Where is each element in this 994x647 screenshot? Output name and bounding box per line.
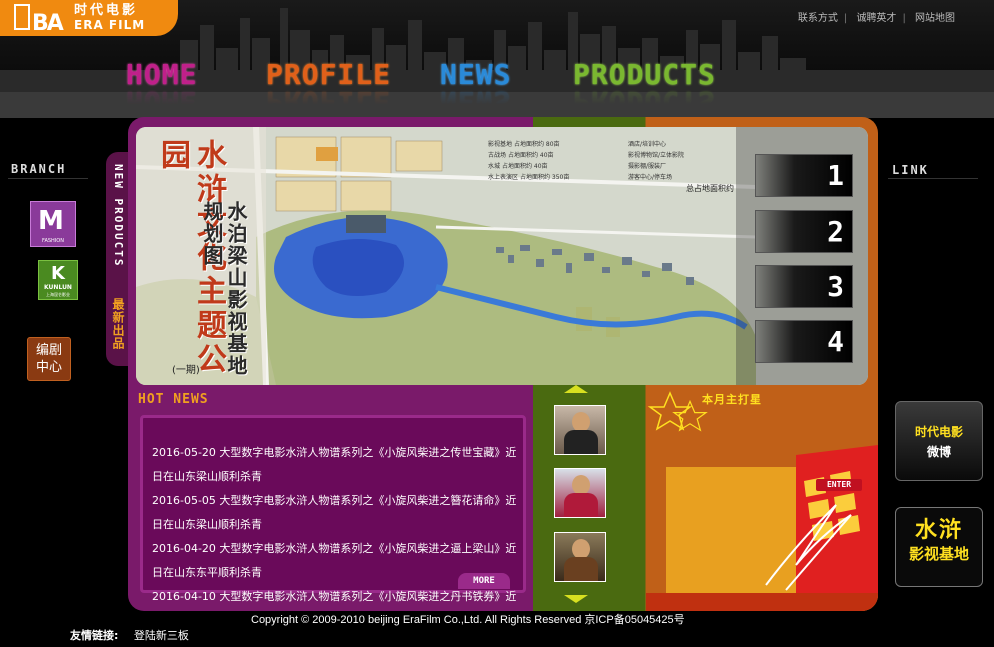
divider <box>888 178 978 179</box>
film-base-link-button[interactable]: 水浒 影视基地 <box>895 507 983 587</box>
new-products-tab[interactable]: NEW PRODUCTS 最新出品 <box>106 152 130 366</box>
scroll-up-arrow-icon[interactable] <box>564 385 588 393</box>
slide-button-4[interactable]: 4 <box>755 320 853 363</box>
nav-profile-reflection: PROFILE <box>266 85 392 118</box>
legend-cell: 影视基地 占地面积约 80亩 <box>488 141 560 148</box>
weibo-line-1: 时代电影 <box>914 425 963 439</box>
sitemap-link[interactable]: 网站地图 <box>909 13 961 24</box>
portrait-body <box>564 430 598 454</box>
portrait-head <box>572 412 590 432</box>
news-item[interactable]: 2016-05-20 大型数字电影水浒人物谱系列之《小旋风柴进之传世宝藏》近日在… <box>152 441 524 489</box>
star-of-month-panel[interactable]: 本月主打星 ENTER <box>646 385 878 611</box>
separator: | <box>843 13 848 24</box>
legend-row: 影视基地 占地面积约 80亩 酒店/培训中心 <box>488 139 858 150</box>
map-phase: (一期) <box>172 365 200 376</box>
nav-home-reflection: HOME <box>126 85 198 118</box>
star-of-month-title: 本月主打星 <box>702 393 762 406</box>
link-heading: LINK <box>892 163 929 177</box>
legend-cell: 水城 占地面积约 40亩 <box>488 163 548 170</box>
era-film-logo[interactable]: BA 时代电影 ERA FILM <box>0 0 178 36</box>
portrait-body <box>564 557 598 581</box>
weibo-link-button[interactable]: 时代电影 微博 <box>895 401 983 481</box>
friend-link[interactable]: 登陆新三板 <box>134 629 189 642</box>
legend-cell: 古战场 占地面积约 40亩 <box>488 152 554 159</box>
portrait-head <box>572 539 590 559</box>
news-item[interactable]: 2016-05-05 大型数字电影水浒人物谱系列之《小旋风柴进之簪花请命》近日在… <box>152 489 524 537</box>
branch-heading: BRANCH <box>11 162 67 176</box>
portrait-body <box>564 493 598 517</box>
main-content-frame: 水浒文化主题公园 水泊梁山影视基地规划图 (一期) 影视基地 占地面积约 80亩… <box>128 117 878 611</box>
film-base-line-1: 水浒 <box>914 517 963 543</box>
enter-button[interactable]: ENTER <box>816 479 862 491</box>
kunlun-sublabel: 上海昆仑影业 <box>46 292 70 297</box>
nav-news-reflection: NEWS <box>440 85 512 118</box>
nav-products[interactable]: PRODUCTS PRODUCTS <box>573 58 716 118</box>
legend-cell: 摄影棚/服装厂 <box>628 163 667 170</box>
contact-link[interactable]: 联系方式 <box>792 13 844 24</box>
copyright-text: Copyright © 2009-2010 beijing EraFilm Co… <box>251 614 685 626</box>
logo-cn-text: 时代电影 <box>74 3 139 18</box>
logo-mark: BA <box>14 4 70 36</box>
screenwriter-center-button[interactable]: 编剧 中心 <box>27 337 71 381</box>
star-of-month-graphic <box>646 385 878 611</box>
nav-home[interactable]: HOME HOME <box>126 58 197 118</box>
nav-products-reflection: PRODUCTS <box>573 85 716 118</box>
slide-number: 2 <box>827 215 844 248</box>
top-links: 联系方式 | 诚聘英才 | 网站地图 <box>792 13 961 25</box>
nav-profile[interactable]: PROFILE PROFILE <box>266 58 391 118</box>
star-thumbnail[interactable] <box>554 405 606 455</box>
slide-number: 4 <box>827 325 844 358</box>
legend-cell: 游客中心/停车场 <box>628 174 673 181</box>
portrait-head <box>572 475 590 495</box>
fashion-mark: M <box>38 206 64 236</box>
divider <box>8 178 88 179</box>
logo-en-text: ERA FILM <box>74 18 146 32</box>
star-thumbnail[interactable] <box>554 532 606 582</box>
bianju-line-1: 编剧 <box>35 343 62 358</box>
brand-fashion-logo[interactable]: M FASHION <box>30 201 76 247</box>
film-base-line-2: 影视基地 <box>908 545 969 563</box>
site-header: BA 时代电影 ERA FILM 联系方式 | 诚聘英才 | 网站地图 HOME H… <box>0 0 994 118</box>
slide-number: 3 <box>827 270 844 303</box>
kunlun-label: KUNLUN <box>44 284 72 291</box>
nav-news[interactable]: NEWS NEWS <box>440 58 511 118</box>
separator: | <box>902 13 906 24</box>
slide-number: 1 <box>827 159 844 192</box>
legend-cell: 影视博物馆/立体影院 <box>628 152 685 159</box>
kunlun-mark: K <box>51 263 65 284</box>
friend-links: 友情链接: 登陆新三板 <box>70 629 189 643</box>
map-subtitle: 水泊梁山影视基地规划图 <box>200 201 248 377</box>
new-products-en-label: NEW PRODUCTS <box>112 164 125 268</box>
legend-cell: 水上表演区 占地面积约 350亩 <box>488 174 570 181</box>
star-thumbnail[interactable] <box>554 468 606 518</box>
slide-button-2[interactable]: 2 <box>755 210 853 253</box>
new-products-cn-label: 最新出品 <box>111 298 125 350</box>
more-news-button[interactable]: MORE <box>458 573 510 589</box>
star-thumbnails <box>536 385 624 611</box>
slide-button-1[interactable]: 1 <box>755 154 853 197</box>
map-total-area: 总占地面积约 <box>686 184 734 193</box>
scroll-down-arrow-icon[interactable] <box>564 595 588 603</box>
fashion-label: FASHION <box>42 238 64 244</box>
weibo-line-2: 微博 <box>926 445 951 459</box>
featured-slideshow[interactable]: 水浒文化主题公园 水泊梁山影视基地规划图 (一期) 影视基地 占地面积约 80亩… <box>136 127 868 385</box>
friend-links-label: 友情链接: <box>70 629 119 642</box>
careers-link[interactable]: 诚聘英才 <box>850 13 902 24</box>
legend-cell: 酒店/培训中心 <box>628 141 667 148</box>
hot-news-heading: HOT NEWS <box>138 392 209 407</box>
bianju-line-2: 中心 <box>35 360 62 375</box>
slide-button-3[interactable]: 3 <box>755 265 853 308</box>
brand-kunlun-logo[interactable]: K KUNLUN 上海昆仑影业 <box>38 260 78 300</box>
